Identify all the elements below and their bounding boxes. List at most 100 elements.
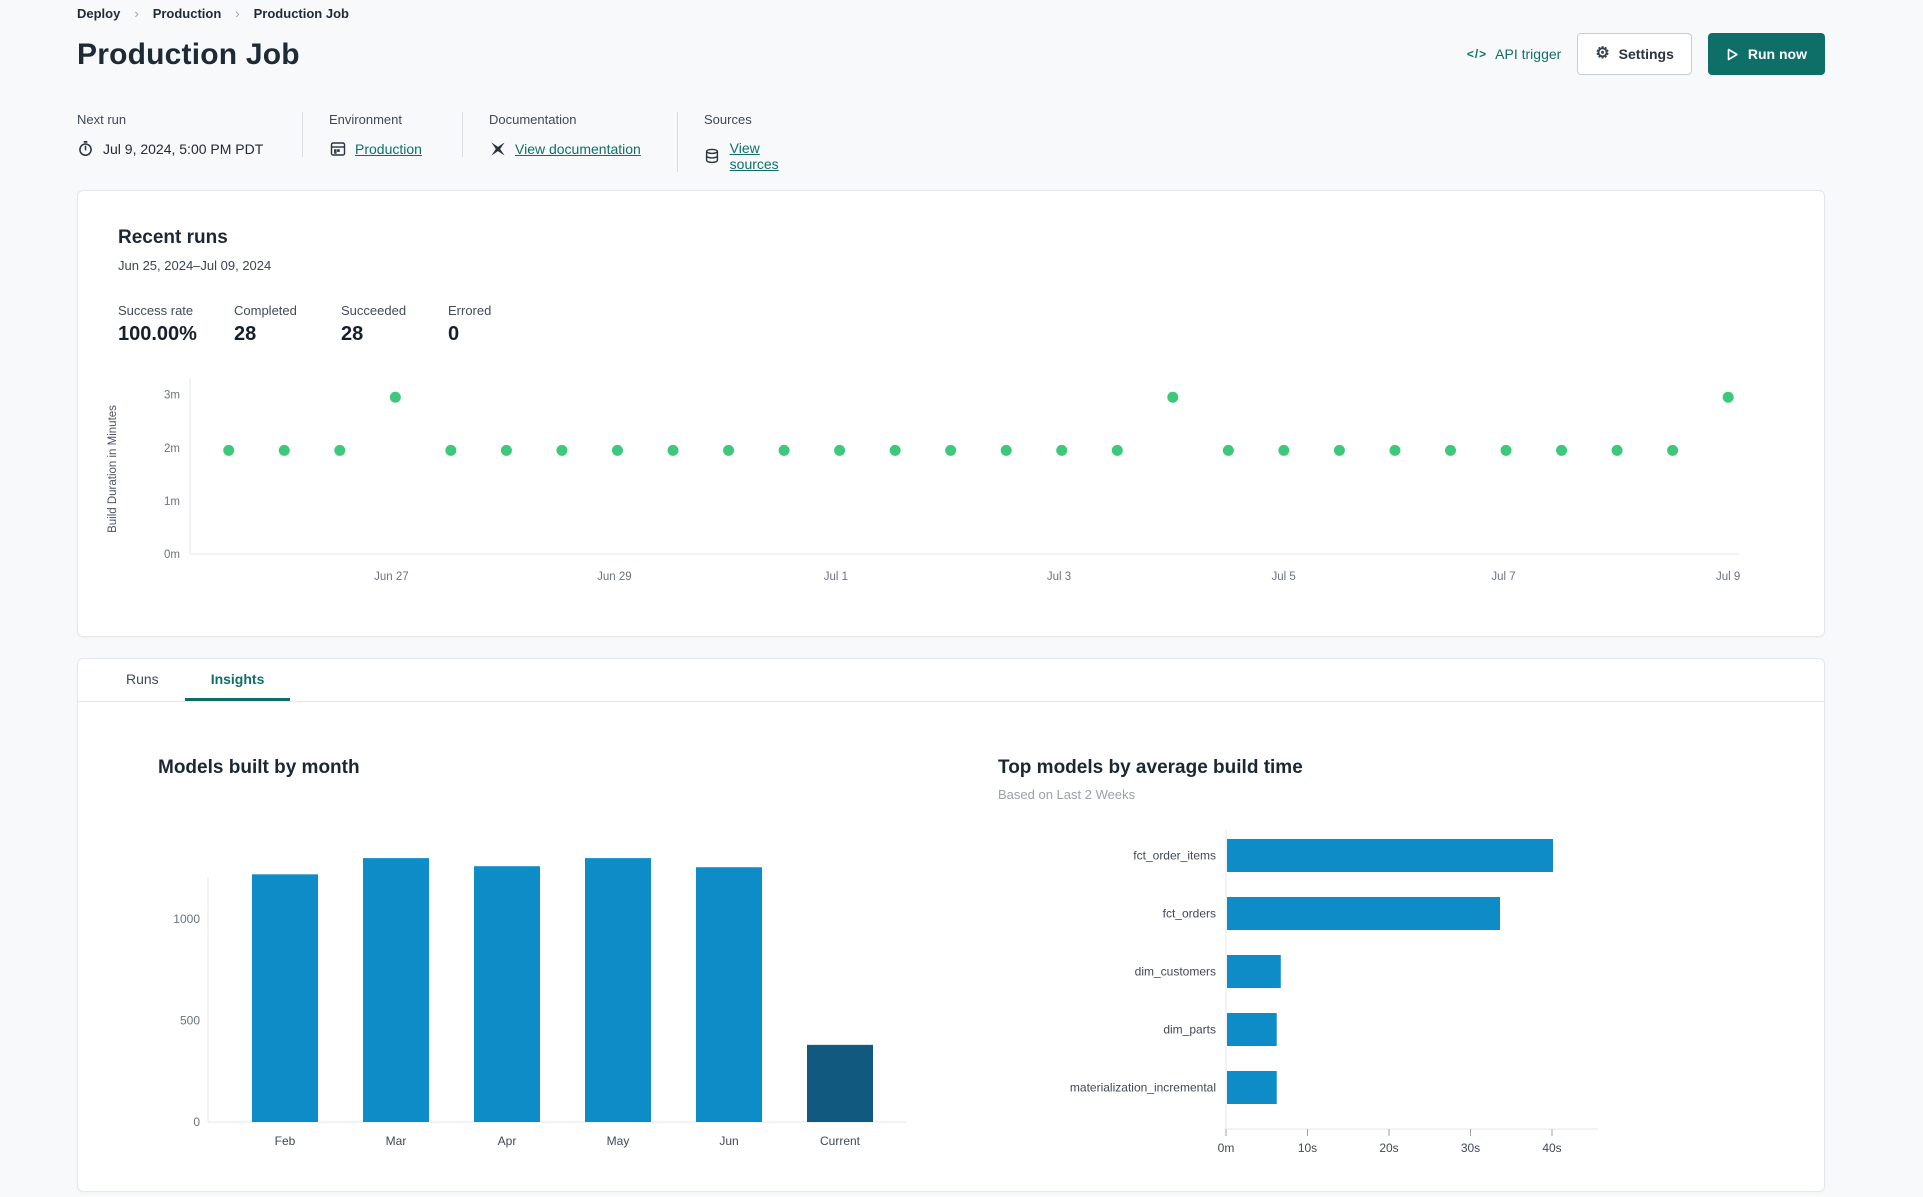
run-duration-dot[interactable] — [1611, 444, 1623, 456]
model-bar-fct_order_items[interactable] — [1227, 839, 1553, 872]
month-bar-mar[interactable] — [363, 858, 429, 1122]
model-bar-dim_parts[interactable] — [1227, 1013, 1277, 1046]
stat-completed: Completed 28 — [234, 303, 341, 346]
run-duration-dot[interactable] — [1333, 444, 1345, 456]
run-duration-dot[interactable] — [889, 444, 901, 456]
run-duration-dot[interactable] — [1389, 444, 1401, 456]
environment-link[interactable]: Production — [355, 141, 422, 157]
run-duration-dot[interactable] — [611, 444, 623, 456]
recent-runs-title: Recent runs — [118, 227, 228, 248]
insights-panel: Models built by month 0 500 1000 Feb Mar Apr M… — [78, 702, 1824, 1192]
code-icon: </> — [1466, 47, 1488, 61]
chevron-separator-icon: › — [134, 6, 139, 21]
recent-runs-stats: Success rate 100.00% Completed 28 Succee… — [118, 303, 1784, 346]
view-documentation-link[interactable]: View documentation — [515, 141, 641, 157]
models-by-month-svg: 0 500 1000 Feb Mar Apr May Jun Current — [173, 858, 906, 1148]
tab-insights[interactable]: Insights — [184, 659, 291, 701]
tab-runs[interactable]: Runs — [100, 659, 185, 701]
next-run-value: Jul 9, 2024, 5:00 PM PDT — [103, 140, 264, 157]
models-by-month-chart: 0 500 1000 Feb Mar Apr May Jun Current — [158, 817, 978, 1174]
models-by-month-block: Models built by month 0 500 1000 Feb Mar Apr M… — [158, 757, 978, 1174]
job-meta-row: Next run Jul 9, 2024, 5:00 PM PDT Enviro… — [77, 112, 837, 172]
x-axis-tick-label: Jul 5 — [1271, 571, 1295, 583]
next-run-section: Next run Jul 9, 2024, 5:00 PM PDT — [77, 112, 302, 157]
run-duration-dot[interactable] — [445, 444, 457, 456]
y-axis-tick-label: 1m — [164, 496, 180, 508]
database-icon — [704, 148, 721, 165]
top-models-title: Top models by average build time — [998, 757, 1303, 778]
model-name-label: dim_customers — [1135, 965, 1216, 979]
breadcrumb-production[interactable]: Production — [153, 6, 222, 21]
documentation-section: Documentation View documentation — [462, 112, 677, 157]
model-bar-dim_customers[interactable] — [1227, 955, 1281, 988]
run-duration-dot[interactable] — [945, 444, 957, 456]
run-duration-dot[interactable] — [1722, 391, 1734, 403]
gear-icon: ⚙ — [1595, 45, 1610, 62]
x-axis-tick-label: 0m — [1218, 1141, 1235, 1155]
run-duration-dot[interactable] — [556, 444, 568, 456]
stat-value: 0 — [448, 323, 460, 345]
run-duration-dot[interactable] — [1278, 444, 1290, 456]
model-name-label: materialization_incremental — [1070, 1081, 1216, 1095]
api-trigger-label: API trigger — [1495, 46, 1562, 62]
run-duration-dot[interactable] — [1444, 444, 1456, 456]
x-axis-category-label: Current — [820, 1134, 861, 1148]
run-duration-dot[interactable] — [1056, 444, 1068, 456]
stat-label: Errored — [448, 303, 492, 318]
run-duration-dot[interactable] — [834, 444, 846, 456]
insights-card: Runs Insights Models built by month 0 500… — [77, 658, 1825, 1192]
x-axis-category-label: Feb — [275, 1134, 296, 1148]
view-sources-link[interactable]: View sources — [730, 140, 811, 172]
run-duration-dot[interactable] — [723, 444, 735, 456]
stat-label: Completed — [234, 303, 297, 318]
environment-section: Environment Production — [302, 112, 462, 157]
month-bar-jun[interactable] — [696, 867, 762, 1122]
stat-value: 100.00% — [118, 323, 197, 345]
api-trigger-link[interactable]: </> API trigger — [1467, 46, 1562, 62]
y-axis-tick-label: 3m — [164, 390, 180, 402]
x-axis-tick-label: 10s — [1298, 1141, 1317, 1155]
model-name-label: dim_parts — [1163, 1023, 1216, 1037]
chevron-separator-icon: › — [235, 6, 240, 21]
play-icon — [1727, 48, 1738, 60]
month-bar-apr[interactable] — [474, 866, 540, 1122]
page-title: Production Job — [77, 38, 300, 71]
stat-errored: Errored 0 — [448, 303, 528, 346]
run-duration-dot[interactable] — [1111, 444, 1123, 456]
run-duration-dot[interactable] — [389, 391, 401, 403]
next-run-label: Next run — [77, 112, 127, 127]
run-duration-dot[interactable] — [223, 444, 235, 456]
run-duration-dot[interactable] — [334, 444, 346, 456]
month-bar-current[interactable] — [807, 1044, 873, 1122]
model-bar-fct_orders[interactable] — [1227, 897, 1501, 930]
settings-button[interactable]: ⚙ Settings — [1577, 33, 1692, 75]
y-axis-tick-label: 2m — [164, 443, 180, 455]
y-axis-title: Build Duration in Minutes — [107, 405, 119, 533]
breadcrumb-deploy[interactable]: Deploy — [77, 6, 120, 21]
stat-value: 28 — [341, 323, 364, 345]
run-duration-dot[interactable] — [500, 444, 512, 456]
x-axis-tick-label: Jul 7 — [1491, 571, 1515, 583]
stat-label: Success rate — [118, 303, 194, 318]
y-axis-tick-label: 1000 — [173, 912, 200, 926]
x-axis-tick-label: Jun 29 — [597, 571, 632, 583]
run-duration-dot[interactable] — [778, 444, 790, 456]
top-models-subtitle: Based on Last 2 Weeks — [998, 787, 1136, 802]
month-bar-may[interactable] — [585, 858, 651, 1122]
run-duration-dot[interactable] — [1000, 444, 1012, 456]
month-bar-feb[interactable] — [252, 874, 318, 1122]
run-duration-dot[interactable] — [667, 444, 679, 456]
run-duration-dot[interactable] — [1500, 444, 1512, 456]
run-duration-dot[interactable] — [278, 444, 290, 456]
x-axis-tick-label: Jul 3 — [1047, 571, 1071, 583]
model-bar-materialization_incremental[interactable] — [1227, 1071, 1277, 1104]
model-name-label: fct_order_items — [1133, 849, 1216, 863]
run-duration-dot[interactable] — [1222, 444, 1234, 456]
model-name-label: fct_orders — [1163, 907, 1216, 921]
run-duration-dot[interactable] — [1667, 444, 1679, 456]
x-axis-tick-label: 30s — [1461, 1141, 1480, 1155]
run-duration-dot[interactable] — [1167, 391, 1179, 403]
run-now-button[interactable]: Run now — [1707, 33, 1825, 75]
run-duration-dot[interactable] — [1556, 444, 1568, 456]
y-axis-tick-label: 0 — [193, 1115, 200, 1129]
